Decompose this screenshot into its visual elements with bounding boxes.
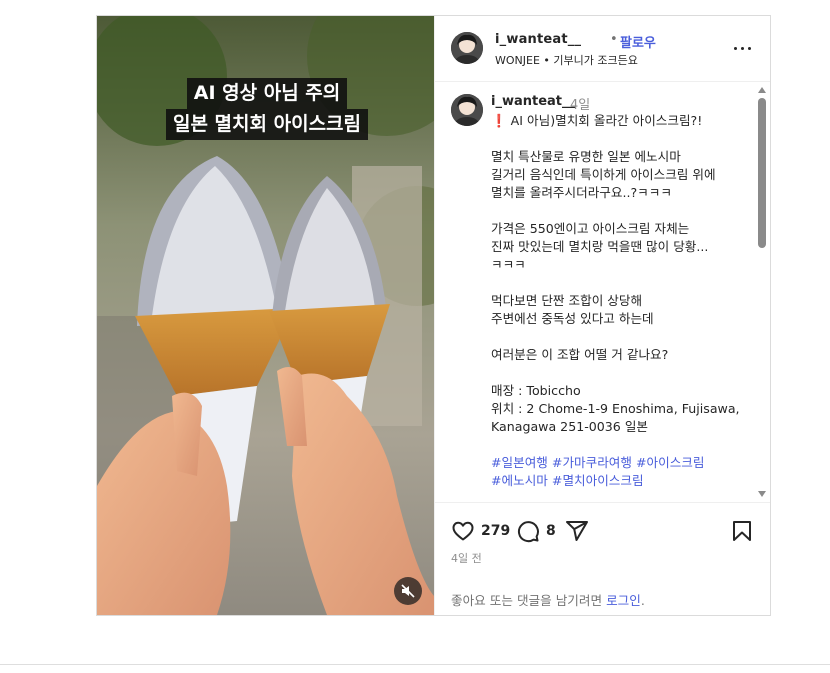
- more-options-button[interactable]: [731, 38, 755, 58]
- speaker-muted-icon: [401, 584, 415, 598]
- caption-line: ❗ AI 아님)멸치회 올라간 아이스크림?!: [491, 113, 703, 128]
- login-prompt-text: 좋아요 또는 댓글을 남기려면: [451, 593, 607, 608]
- caption-line: 진짜 맛있는데 멸치랑 먹을땐 많이 당황...: [491, 239, 709, 254]
- header-username[interactable]: i_wanteat__: [495, 32, 581, 47]
- comment-count[interactable]: 8: [546, 523, 556, 539]
- caption-line: 여러분은 이 조합 어떨 거 같나요?: [491, 347, 669, 362]
- avatar[interactable]: [451, 94, 483, 126]
- bookmark-icon: [733, 521, 751, 541]
- avatar[interactable]: [451, 32, 483, 64]
- mute-button[interactable]: [394, 577, 422, 605]
- video-overlay-title: AI 영상 아님 주의 일본 멸치회 아이스크림: [161, 78, 373, 140]
- hashtag-line[interactable]: #일본여행 #가마쿠라여행 #아이스크림: [491, 454, 753, 472]
- page-divider: [0, 664, 830, 665]
- post-header: i_wanteat__ • 팔로우 WONJEE • 기부니가 조크든요: [435, 16, 770, 82]
- hashtag-line[interactable]: #에노시마 #멸치아이스크림: [491, 472, 753, 490]
- caption-text: ❗ AI 아님)멸치회 올라간 아이스크림?! 멸치 특산물로 유명한 일본 에…: [491, 112, 753, 490]
- login-prompt-suffix: .: [640, 593, 645, 608]
- save-button[interactable]: [730, 519, 754, 543]
- like-count[interactable]: 279: [481, 523, 510, 539]
- overlay-title-line1: AI 영상 아님 주의: [186, 78, 348, 109]
- more-horizontal-icon: [734, 47, 737, 50]
- instagram-embed: AI 영상 아님 주의 일본 멸치회 아이스크림 i_wanteat__ • 팔…: [96, 15, 771, 616]
- share-button[interactable]: [565, 519, 589, 543]
- login-prompt: 좋아요 또는 댓글을 남기려면 로그인.: [451, 590, 645, 609]
- scrollbar[interactable]: [755, 82, 769, 502]
- caption-line: ㅋㅋㅋ: [491, 257, 526, 272]
- caption-line: 위치 : 2 Chome-1-9 Enoshima, Fujisawa,: [491, 401, 740, 416]
- caption-line: 매장 : Tobiccho: [491, 383, 581, 398]
- post-date: 4일 전: [451, 552, 482, 565]
- send-icon: [566, 521, 588, 541]
- action-bar: 279 8 4일 전 좋아요 또는 댓글을 남기려면 로그인.: [435, 502, 770, 616]
- caption-line: 주변에선 중독성 있다고 하는데: [491, 311, 654, 326]
- more-horizontal-icon: [741, 47, 744, 50]
- overlay-title-line2: 일본 멸치회 아이스크림: [165, 109, 369, 140]
- comment-button[interactable]: [516, 519, 540, 543]
- login-link[interactable]: 로그인: [606, 593, 641, 608]
- caption-line: Kanagawa 251-0036 일본: [491, 419, 648, 434]
- avatar-image: [451, 94, 483, 126]
- scroll-down-arrow-icon[interactable]: [758, 491, 766, 497]
- caption-line: 가격은 550엔이고 아이스크림 자체는: [491, 221, 690, 236]
- header-separator: •: [610, 32, 618, 47]
- caption-line: 멸치를 올려주시더라구요..?ㅋㅋㅋ: [491, 185, 672, 200]
- caption-area[interactable]: i_wanteat__ 4일 ❗ AI 아님)멸치회 올라간 아이스크림?! 멸…: [435, 82, 770, 502]
- avatar-image: [451, 32, 483, 64]
- heart-icon: [452, 521, 474, 541]
- caption-line: 먹다보면 단짠 조합이 상당해: [491, 293, 643, 308]
- like-button[interactable]: [451, 519, 475, 543]
- post-side-panel: i_wanteat__ • 팔로우 WONJEE • 기부니가 조크든요 i_w…: [434, 16, 770, 615]
- caption-time: 4일: [570, 98, 591, 113]
- caption-username[interactable]: i_wanteat__: [491, 94, 575, 109]
- scrollbar-thumb[interactable]: [758, 98, 766, 248]
- post-video[interactable]: AI 영상 아님 주의 일본 멸치회 아이스크림: [97, 16, 434, 615]
- follow-button[interactable]: 팔로우: [620, 32, 656, 51]
- caption-line: 길거리 음식인데 특이하게 아이스크림 위에: [491, 167, 716, 182]
- comment-icon: [517, 521, 539, 543]
- more-horizontal-icon: [748, 47, 751, 50]
- audio-subtitle[interactable]: WONJEE • 기부니가 조크든요: [495, 52, 638, 68]
- scroll-up-arrow-icon[interactable]: [758, 87, 766, 93]
- caption-line: 멸치 특산물로 유명한 일본 에노시마: [491, 149, 681, 164]
